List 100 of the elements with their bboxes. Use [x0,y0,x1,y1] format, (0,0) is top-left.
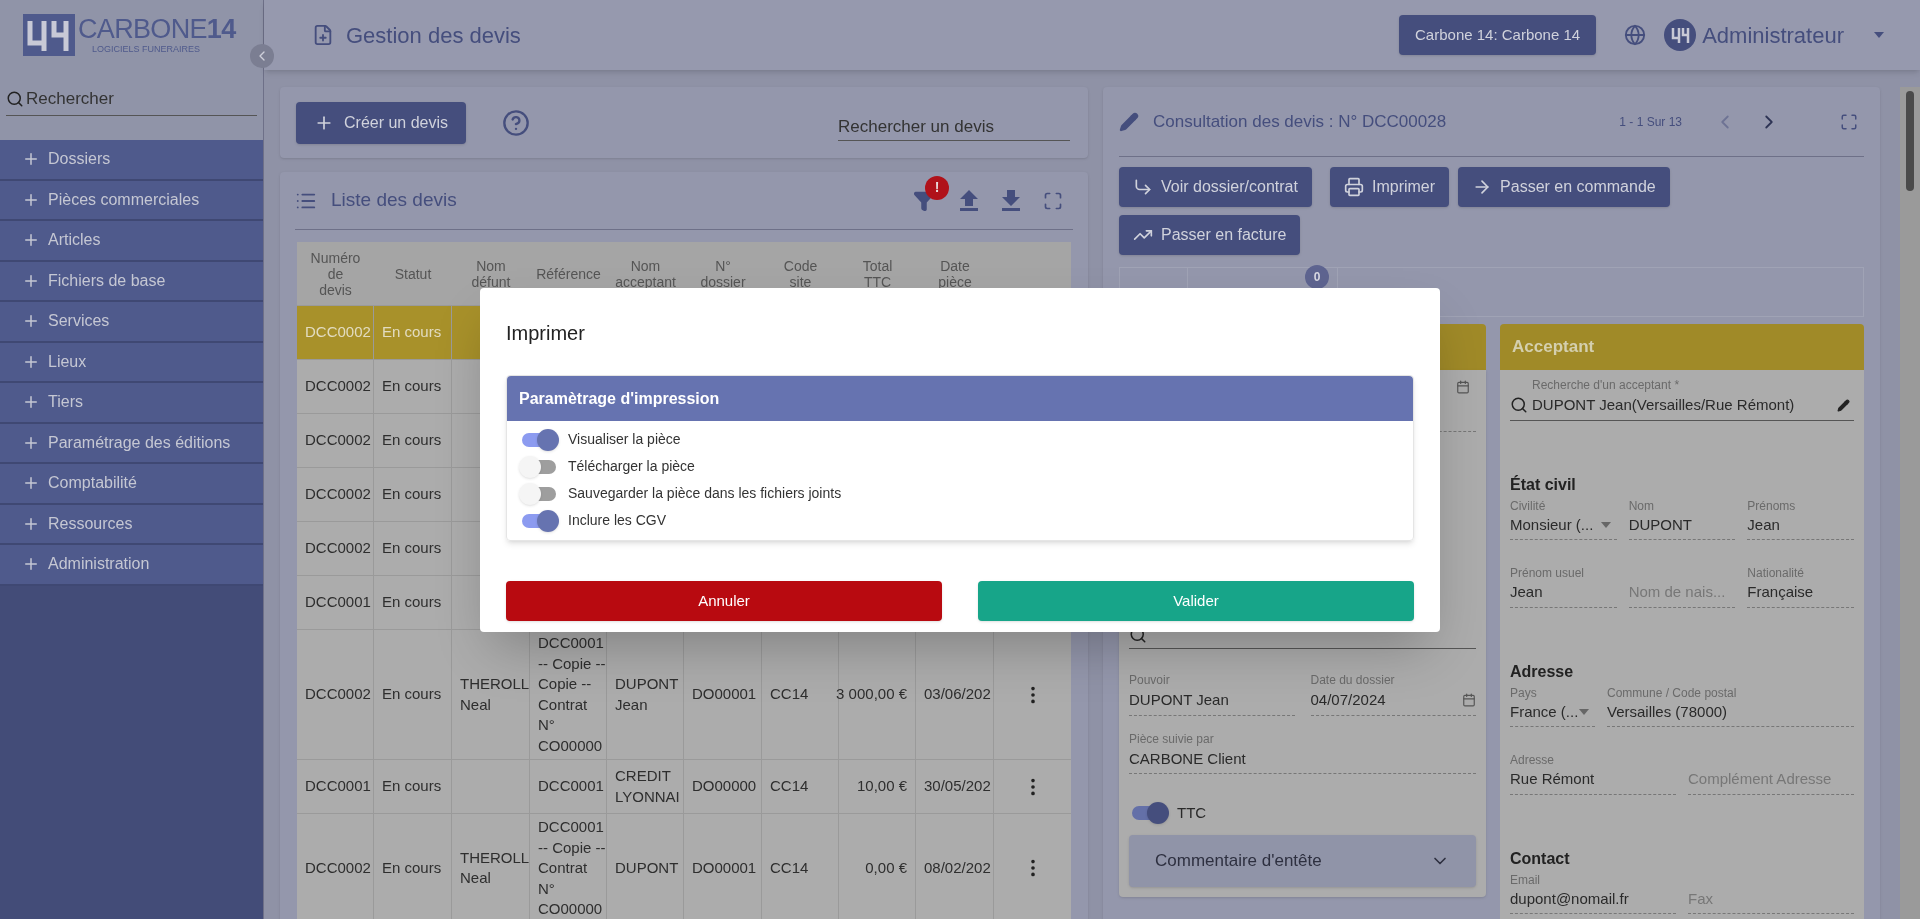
table-cell: 30/05/202 [924,776,991,797]
field-label: Commune / Code postal [1607,684,1738,701]
list-title: Liste des devis [331,188,457,213]
text-field[interactable]: Date du dossier 04/07/2024 [1310,671,1476,716]
column-header[interactable]: Nom défunt [471,257,511,290]
text-field[interactable]: Commune / Code postal Versailles (78000) [1607,683,1854,727]
sidebar-item[interactable]: Articles [0,221,263,262]
sidebar-item[interactable]: Fichiers de base [0,261,263,302]
help-icon[interactable] [502,108,531,137]
action-button[interactable]: Imprimer [1329,167,1450,207]
table-cell: DCC0001 [305,592,371,613]
card-title: Acceptant [1512,336,1595,359]
table-cell: 3 000,00 € [836,684,907,705]
comment-accordion[interactable]: Commentaire d'entête [1129,834,1476,887]
field-value: Française [1747,582,1815,602]
field-label: Date du dossier [1310,672,1396,689]
text-field[interactable]: Adresse Rue Rémont [1510,751,1676,795]
table-cell: DCC0002 [305,538,371,559]
pencil-icon[interactable] [1837,398,1850,412]
column-header[interactable]: Numéro de devis [310,249,361,298]
text-field[interactable]: Nom DUPONT [1628,496,1736,540]
field-value: DUPONT [1628,514,1693,535]
globe-icon[interactable] [1624,24,1647,46]
table-cell: DUPONT Jean [615,674,679,715]
text-field[interactable]: Nationalité Française [1747,564,1854,608]
corner-arrow-icon [1133,177,1153,197]
cancel-button[interactable]: Annuler [506,581,942,621]
create-quote-button[interactable]: Créer un devis [296,101,467,144]
table-cell: En cours [382,430,442,451]
field-value: dupont@nomail.fr [1510,888,1630,909]
sidebar-item[interactable]: Tiers [0,383,263,424]
table-cell: DO00001 [692,684,757,705]
download-icon[interactable] [1001,189,1021,212]
table-cell-text: En cours [382,858,442,878]
user-name[interactable]: Administrateur [1702,18,1844,52]
table-cell: DCC0001 [305,776,371,797]
column-header[interactable]: Référence [536,265,601,282]
field-label: Civilité [1510,497,1547,514]
field-value: France (... [1510,701,1579,722]
column-header[interactable]: Statut [394,265,432,282]
scrollbar[interactable] [1900,87,1920,919]
panel-title: Paramètrage d'impression [519,388,720,409]
field-value: Rue Rémont [1510,769,1596,789]
printer-icon [1343,177,1364,197]
column-header[interactable]: Total TTC [862,257,893,290]
sidebar-item[interactable]: Pièces commerciales [0,180,263,221]
confirm-button[interactable]: Valider [978,581,1414,621]
text-field[interactable]: Email dupont@nomail.fr [1510,870,1676,914]
upload-icon[interactable] [959,189,979,212]
text-field[interactable]: Prénom usuel Jean [1510,564,1617,608]
field-value: DUPONT Jean(Versailles/Rue Rémont) [1532,395,1796,415]
column-header[interactable]: N° dossier [700,257,746,290]
text-field[interactable]: Pièce suivie par CARBONE Client [1129,729,1476,774]
table-cell: En cours [382,484,442,505]
field-value: 04/07/2024 [1310,690,1386,710]
quote-search-field[interactable]: Rechercher un devis [838,104,1070,141]
action-button[interactable]: Passer en facture [1119,215,1301,255]
table-cell: THEROLL Neal [460,847,530,889]
avatar-icon[interactable] [1664,19,1697,51]
caret-icon [1600,521,1611,528]
search-field[interactable]: Rechercher [26,85,226,112]
text-field[interactable]: Pouvoir DUPONT Jean [1129,671,1295,716]
pager-text: 1 - 1 Sur 13 [1619,113,1682,131]
action-button[interactable]: Voir dossier/contrat [1119,167,1312,207]
table-cell-text: DO00001 [692,858,757,878]
table-cell: DCC0002 [305,322,371,343]
field-label: Email [1510,871,1541,888]
select-field[interactable]: Civilité Monsieur (... [1510,496,1617,540]
fullscreen-icon[interactable] [1840,112,1858,131]
select-field[interactable]: Pays France (... [1510,683,1595,727]
column-header[interactable]: Nom acceptant [615,257,676,290]
table-cell: DCC0002 [305,376,371,397]
calendar-icon [1462,693,1476,708]
pencil-icon [1119,111,1139,132]
logo-text: CARBONE14 [78,16,236,43]
count-badge: 0 [1305,265,1329,289]
table-cell: 10,00 € [856,776,907,797]
sidebar-item[interactable]: Services [0,302,263,343]
tab[interactable]: 0 [1188,268,1338,316]
company-button[interactable]: Carbone 14: Carbone 14 [1399,15,1597,55]
action-button[interactable]: Passer en commande [1458,167,1670,207]
sidebar-item[interactable]: Comptabilité [0,464,263,505]
sidebar-item[interactable]: Ressources [0,504,263,545]
column-header[interactable]: Code site [783,257,818,290]
logo-icon [22,13,76,57]
sidebar-item[interactable]: Dossiers [0,140,263,181]
table-cell: En cours [382,538,442,559]
field-value: Versailles (78000) [1607,701,1729,722]
table-cell: DCC0001 -- Copie -- Copie -- Contrat N° CO00000 [538,633,606,756]
text-field[interactable]: Prénoms Jean [1747,496,1854,540]
fullscreen-icon[interactable] [1043,190,1063,211]
field-label: Prénoms [1747,497,1797,514]
dialog-title: Imprimer [506,321,586,346]
collapse-button[interactable] [250,44,274,68]
table-cell: DCC0001 -- Copie -- Contrat N° CO00000 [538,817,606,919]
sidebar-item[interactable]: Lieux [0,342,263,383]
caret-icon[interactable] [1874,32,1884,38]
sidebar-item[interactable]: Paramétrage des éditions [0,423,263,464]
search-field[interactable]: Recherche d'un acceptant * DUPONT Jean(Versailles/Rue Rémont) [1510,376,1854,421]
column-header[interactable]: Date pièce [938,257,972,290]
